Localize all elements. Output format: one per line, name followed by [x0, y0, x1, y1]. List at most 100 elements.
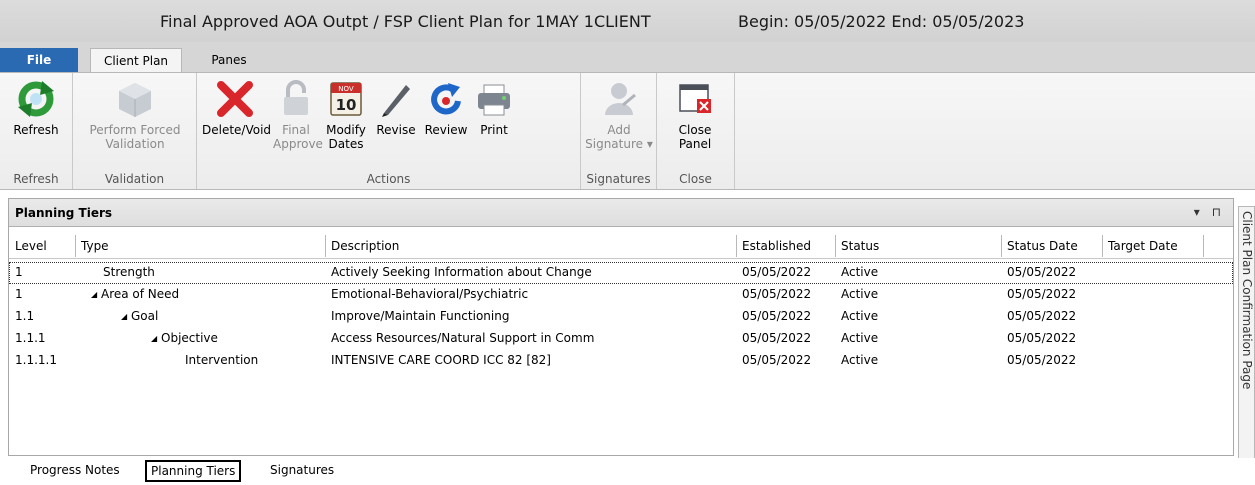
group-label-close: Close	[679, 172, 712, 186]
table-row[interactable]: 1.1 ◢ Goal Improve/Maintain Functioning …	[9, 306, 1233, 328]
tab-file[interactable]: File	[0, 48, 78, 72]
cell-level: 1.1	[15, 309, 35, 323]
column-divider[interactable]	[75, 235, 76, 257]
group-label-signatures: Signatures	[586, 172, 651, 186]
cell-type: Strength	[103, 265, 155, 279]
client-plan-confirmation-side-tab[interactable]: Client Plan Confirmation Page	[1238, 206, 1255, 466]
delete-void-button[interactable]: Delete/Void	[202, 77, 272, 137]
column-divider[interactable]	[325, 235, 326, 257]
add-signature-button[interactable]: Add Signature ▾	[585, 77, 653, 151]
delete-x-icon	[215, 79, 255, 119]
cell-level: 1	[15, 265, 23, 279]
cell-level: 1.1.1.1	[15, 353, 57, 367]
panel-pin-dropdown-icon[interactable]: ▾ ⊓	[1194, 205, 1225, 219]
calendar-month-text: NOV	[338, 85, 354, 93]
column-divider[interactable]	[1001, 235, 1002, 257]
window-title: Final Approved AOA Outpt / FSP Client Pl…	[160, 12, 651, 31]
cell-established: 05/05/2022	[742, 331, 812, 345]
print-button[interactable]: Print	[471, 77, 517, 137]
cell-type: Area of Need	[101, 287, 180, 301]
column-header-target-date[interactable]: Target Date	[1108, 239, 1178, 253]
expand-triangle-icon[interactable]: ◢	[151, 334, 157, 343]
column-header-type[interactable]: Type	[81, 239, 109, 253]
column-header-established[interactable]: Established	[742, 239, 811, 253]
tab-panes[interactable]: Panes	[202, 48, 256, 72]
cell-level: 1.1.1	[15, 331, 46, 345]
table-row[interactable]: 1 ◢ Area of Need Emotional-Behavioral/Ps…	[9, 284, 1233, 306]
perform-forced-validation-button[interactable]: Perform Forced Validation	[81, 77, 189, 151]
close-panel-icon	[675, 79, 715, 119]
ribbon-group-actions: Delete/Void Final Approve NOV 10 Modify	[197, 73, 581, 189]
table-row[interactable]: 1.1.1.1 Intervention INTENSIVE CARE COOR…	[9, 350, 1233, 372]
cell-status: Active	[841, 265, 879, 279]
planning-tiers-grid: Level Type Description Established Statu…	[9, 235, 1233, 372]
cell-description: Access Resources/Natural Support in Comm	[331, 331, 595, 345]
tab-planning-tiers[interactable]: Planning Tiers	[145, 460, 242, 482]
cell-status-date: 05/05/2022	[1007, 309, 1077, 323]
cell-status-date: 05/05/2022	[1007, 287, 1077, 301]
cell-status: Active	[841, 353, 879, 367]
cell-type: Intervention	[185, 353, 259, 367]
column-header-status-date[interactable]: Status Date	[1007, 239, 1078, 253]
expand-triangle-icon[interactable]: ◢	[121, 312, 127, 321]
group-label-refresh: Refresh	[13, 172, 59, 186]
cell-status-date: 05/05/2022	[1007, 265, 1077, 279]
cell-status-date: 05/05/2022	[1007, 331, 1077, 345]
cell-established: 05/05/2022	[742, 309, 812, 323]
refresh-icon	[16, 79, 56, 119]
ribbon-group-validation: Perform Forced Validation Validation	[73, 73, 197, 189]
tab-progress-notes[interactable]: Progress Notes	[30, 463, 120, 477]
cell-description: Improve/Maintain Functioning	[331, 309, 510, 323]
tab-signatures[interactable]: Signatures	[270, 463, 334, 477]
calendar-number-text: 10	[336, 96, 357, 114]
revise-label: Revise	[376, 123, 416, 137]
grid-header: Level Type Description Established Statu…	[9, 235, 1233, 259]
panel-title: Planning Tiers	[15, 206, 113, 220]
refresh-label: Refresh	[13, 123, 59, 137]
printer-icon	[474, 79, 514, 119]
add-signature-label: Add Signature ▾	[585, 123, 653, 151]
tab-client-plan[interactable]: Client Plan	[90, 48, 182, 72]
ribbon-group-close: Close Panel Close	[657, 73, 735, 189]
final-approve-label: Final Approve	[273, 123, 323, 151]
ribbon-group-refresh: Refresh Refresh	[0, 73, 73, 189]
column-divider[interactable]	[1203, 235, 1204, 257]
close-panel-button[interactable]: Close Panel	[667, 77, 723, 151]
cell-type: Goal	[131, 309, 159, 323]
column-header-status[interactable]: Status	[841, 239, 879, 253]
table-row[interactable]: 1 Strength Actively Seeking Information …	[9, 262, 1233, 284]
cell-level: 1	[15, 287, 23, 301]
planning-tiers-panel: Planning Tiers ▾ ⊓ Level Type Descriptio…	[8, 198, 1234, 456]
modify-dates-button[interactable]: NOV 10 Modify Dates	[323, 77, 369, 151]
column-header-level[interactable]: Level	[15, 239, 47, 253]
column-divider[interactable]	[736, 235, 737, 257]
validation-cube-icon	[115, 79, 155, 119]
title-bar: Final Approved AOA Outpt / FSP Client Pl…	[0, 0, 1255, 42]
refresh-button[interactable]: Refresh	[4, 77, 68, 137]
final-approve-button[interactable]: Final Approve	[273, 77, 323, 151]
delete-void-label: Delete/Void	[202, 123, 272, 137]
panel-header: Planning Tiers ▾ ⊓	[9, 199, 1233, 227]
table-row[interactable]: 1.1.1 ◢ Objective Access Resources/Natur…	[9, 328, 1233, 350]
column-divider[interactable]	[835, 235, 836, 257]
cell-established: 05/05/2022	[742, 265, 812, 279]
column-divider[interactable]	[1102, 235, 1103, 257]
column-header-description[interactable]: Description	[331, 239, 399, 253]
cell-status-date: 05/05/2022	[1007, 353, 1077, 367]
revise-button[interactable]: Revise	[373, 77, 419, 137]
modify-dates-label: Modify Dates	[326, 123, 366, 151]
pen-icon	[376, 79, 416, 119]
cell-status: Active	[841, 331, 879, 345]
cell-established: 05/05/2022	[742, 353, 812, 367]
expand-triangle-icon[interactable]: ◢	[91, 290, 97, 299]
lock-icon	[276, 79, 316, 119]
perform-forced-validation-label: Perform Forced Validation	[89, 123, 181, 151]
cell-description: Actively Seeking Information about Chang…	[331, 265, 592, 279]
plan-dates: Begin: 05/05/2022 End: 05/05/2023	[738, 12, 1025, 31]
person-signature-icon	[599, 79, 639, 119]
ribbon-tab-row: File Client Plan Panes	[0, 42, 1255, 72]
ribbon: Refresh Refresh Perform Forced Validatio…	[0, 72, 1255, 190]
cell-status: Active	[841, 287, 879, 301]
group-label-validation: Validation	[104, 172, 165, 186]
review-button[interactable]: Review	[421, 77, 471, 137]
